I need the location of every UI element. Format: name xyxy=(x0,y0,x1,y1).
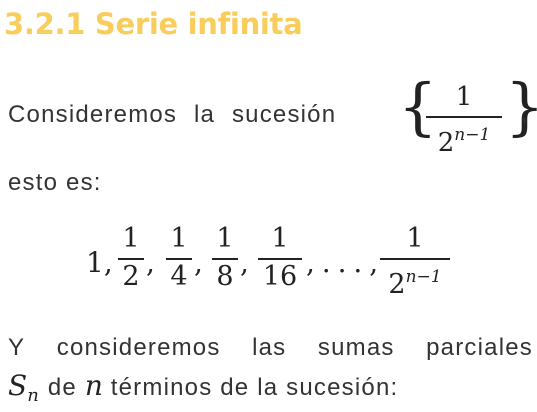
paragraph-2-word: Y xyxy=(8,334,26,361)
series-fraction-3-numerator: 1 xyxy=(216,223,234,254)
paragraph-2-word: consideremos xyxy=(56,334,221,361)
series-first-term: 1, xyxy=(86,246,113,279)
series-separator-3: , xyxy=(240,246,249,279)
series-fraction-3-denominator: 8 xyxy=(216,261,234,292)
trailing-comma: , xyxy=(521,100,528,127)
section-heading: 3.2.1 Serie infinita xyxy=(4,7,303,41)
series-fraction-2: 1 4 xyxy=(166,222,192,294)
series-last-denominator: 2n−1 xyxy=(380,260,450,302)
sequence-term-fraction: 1 2n−1 xyxy=(426,80,502,160)
series-fraction-1: 1 2 xyxy=(118,222,144,294)
math-var-n: n xyxy=(84,369,103,402)
series-fraction-2-denominator: 4 xyxy=(170,261,188,292)
denominator-exponent: n−1 xyxy=(405,267,442,287)
sequence-term-denominator: 2n−1 xyxy=(426,118,502,160)
series-fraction-1-numerator: 1 xyxy=(122,223,140,254)
denominator-base: 2 xyxy=(437,128,455,158)
paragraph-2-rest: términos de la sucesión: xyxy=(110,374,399,401)
series-separator-2: , xyxy=(194,246,203,279)
series-ellipsis: , . . . , xyxy=(306,246,378,279)
series-separator-1: , xyxy=(146,246,155,279)
math-var-S-subscript: n xyxy=(27,385,40,406)
word-de: de xyxy=(47,374,77,401)
sequence-term-numerator: 1 xyxy=(455,82,473,112)
paragraph-1-lead: Consideremos la sucesión xyxy=(8,101,337,128)
series-fraction-4-numerator: 1 xyxy=(271,223,289,254)
series-last-term: 1 2n−1 xyxy=(380,222,450,302)
paragraph-2-word: las xyxy=(252,334,287,361)
series-fraction-4-denominator: 16 xyxy=(262,261,298,292)
paragraph-1-line-1: Consideremos la sucesión xyxy=(8,99,336,131)
paragraph-2-line-1: Y consideremos las sumas parciales xyxy=(8,332,533,364)
denominator-exponent: n−1 xyxy=(454,125,491,145)
series-fraction-1-denominator: 2 xyxy=(122,261,140,292)
paragraph-2-line-2: Sn de n términos de la sucesión: xyxy=(8,370,398,412)
denominator-base: 2 xyxy=(388,269,406,300)
paragraph-2-word: sumas xyxy=(317,334,395,361)
document-page: 3.2.1 Serie infinita Consideremos la suc… xyxy=(0,0,537,412)
series-last-numerator: 1 xyxy=(406,223,424,254)
series-fraction-2-numerator: 1 xyxy=(170,223,188,254)
series-fraction-4: 1 16 xyxy=(258,222,302,294)
math-var-S: S xyxy=(8,369,28,402)
series-display: 1, 1 2 , 1 4 , 1 8 , 1 16 , . . . , 1 2n… xyxy=(86,222,466,302)
paragraph-1-line-2: esto es: xyxy=(8,169,102,196)
series-fraction-3: 1 8 xyxy=(212,222,238,294)
paragraph-2-word: parciales xyxy=(426,334,533,361)
